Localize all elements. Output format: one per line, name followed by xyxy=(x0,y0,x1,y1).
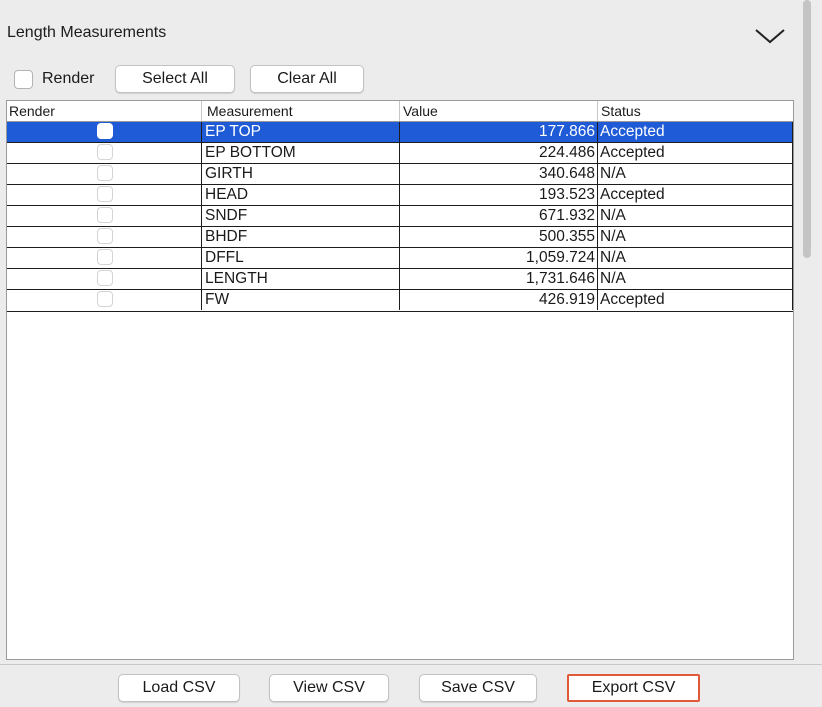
row-render-checkbox[interactable] xyxy=(97,207,113,223)
row-status: Accepted xyxy=(597,143,793,163)
column-header-status[interactable]: Status xyxy=(601,103,641,119)
row-measurement: GIRTH xyxy=(201,164,399,184)
row-render-cell xyxy=(7,164,201,184)
row-render-checkbox[interactable] xyxy=(97,291,113,307)
measurements-table: Render Measurement Value Status EP TOP 17… xyxy=(6,100,794,660)
render-checkbox[interactable] xyxy=(14,70,33,89)
row-value: 671.932 xyxy=(399,206,597,226)
row-value: 224.486 xyxy=(399,143,597,163)
row-render-cell xyxy=(7,227,201,247)
row-render-checkbox[interactable] xyxy=(97,123,113,139)
row-render-checkbox[interactable] xyxy=(97,270,113,286)
render-checkbox-label: Render xyxy=(42,70,95,87)
row-status: N/A xyxy=(597,269,793,289)
row-measurement: FW xyxy=(201,290,399,310)
row-value: 340.648 xyxy=(399,164,597,184)
table-row[interactable]: SNDF 671.932 N/A xyxy=(7,206,793,227)
view-csv-button[interactable]: View CSV xyxy=(269,674,389,702)
column-header-measurement[interactable]: Measurement xyxy=(207,103,293,119)
row-render-cell xyxy=(7,143,201,163)
row-measurement: HEAD xyxy=(201,185,399,205)
table-row[interactable]: DFFL 1,059.724 N/A xyxy=(7,248,793,269)
table-body: EP TOP 177.866 Accepted EP BOTTOM 224.486 Acc… xyxy=(7,122,793,312)
row-render-cell xyxy=(7,122,201,142)
column-header-render[interactable]: Render xyxy=(9,103,55,119)
row-render-cell xyxy=(7,185,201,205)
table-row[interactable]: GIRTH 340.648 N/A xyxy=(7,164,793,185)
row-render-checkbox[interactable] xyxy=(97,165,113,181)
row-value: 500.355 xyxy=(399,227,597,247)
row-status: N/A xyxy=(597,206,793,226)
table-row[interactable]: LENGTH 1,731.646 N/A xyxy=(7,269,793,290)
table-row[interactable]: FW 426.919 Accepted xyxy=(7,290,793,311)
table-row[interactable]: EP BOTTOM 224.486 Accepted xyxy=(7,143,793,164)
row-status: Accepted xyxy=(597,185,793,205)
scrollbar-thumb[interactable] xyxy=(803,0,811,258)
save-csv-button[interactable]: Save CSV xyxy=(419,674,537,702)
select-all-button[interactable]: Select All xyxy=(115,65,235,93)
row-render-checkbox[interactable] xyxy=(97,249,113,265)
column-header-value[interactable]: Value xyxy=(403,103,438,119)
panel-title: Length Measurements xyxy=(7,24,167,41)
row-render-cell xyxy=(7,269,201,289)
footer-bar: Load CSV View CSV Save CSV Export CSV xyxy=(0,664,822,707)
table-row[interactable]: BHDF 500.355 N/A xyxy=(7,227,793,248)
row-status: N/A xyxy=(597,248,793,268)
row-value: 1,059.724 xyxy=(399,248,597,268)
row-value: 177.866 xyxy=(399,122,597,142)
table-row[interactable]: HEAD 193.523 Accepted xyxy=(7,185,793,206)
export-csv-button[interactable]: Export CSV xyxy=(567,674,700,702)
row-render-cell xyxy=(7,248,201,268)
row-measurement: EP BOTTOM xyxy=(201,143,399,163)
clear-all-button[interactable]: Clear All xyxy=(250,65,364,93)
row-status: Accepted xyxy=(597,290,793,310)
row-value: 426.919 xyxy=(399,290,597,310)
toolbar: Render Select All Clear All xyxy=(0,64,800,94)
row-status: N/A xyxy=(597,164,793,184)
row-measurement: LENGTH xyxy=(201,269,399,289)
row-measurement: BHDF xyxy=(201,227,399,247)
chevron-down-icon[interactable] xyxy=(752,24,788,46)
row-render-checkbox[interactable] xyxy=(97,228,113,244)
row-measurement: DFFL xyxy=(201,248,399,268)
table-row[interactable]: EP TOP 177.866 Accepted xyxy=(7,122,793,143)
row-measurement: EP TOP xyxy=(201,122,399,142)
row-status: Accepted xyxy=(597,122,793,142)
row-render-cell xyxy=(7,206,201,226)
row-value: 1,731.646 xyxy=(399,269,597,289)
load-csv-button[interactable]: Load CSV xyxy=(118,674,240,702)
row-render-checkbox[interactable] xyxy=(97,144,113,160)
row-render-checkbox[interactable] xyxy=(97,186,113,202)
row-status: N/A xyxy=(597,227,793,247)
row-render-cell xyxy=(7,290,201,310)
table-header: Render Measurement Value Status xyxy=(7,101,793,122)
row-measurement: SNDF xyxy=(201,206,399,226)
row-value: 193.523 xyxy=(399,185,597,205)
